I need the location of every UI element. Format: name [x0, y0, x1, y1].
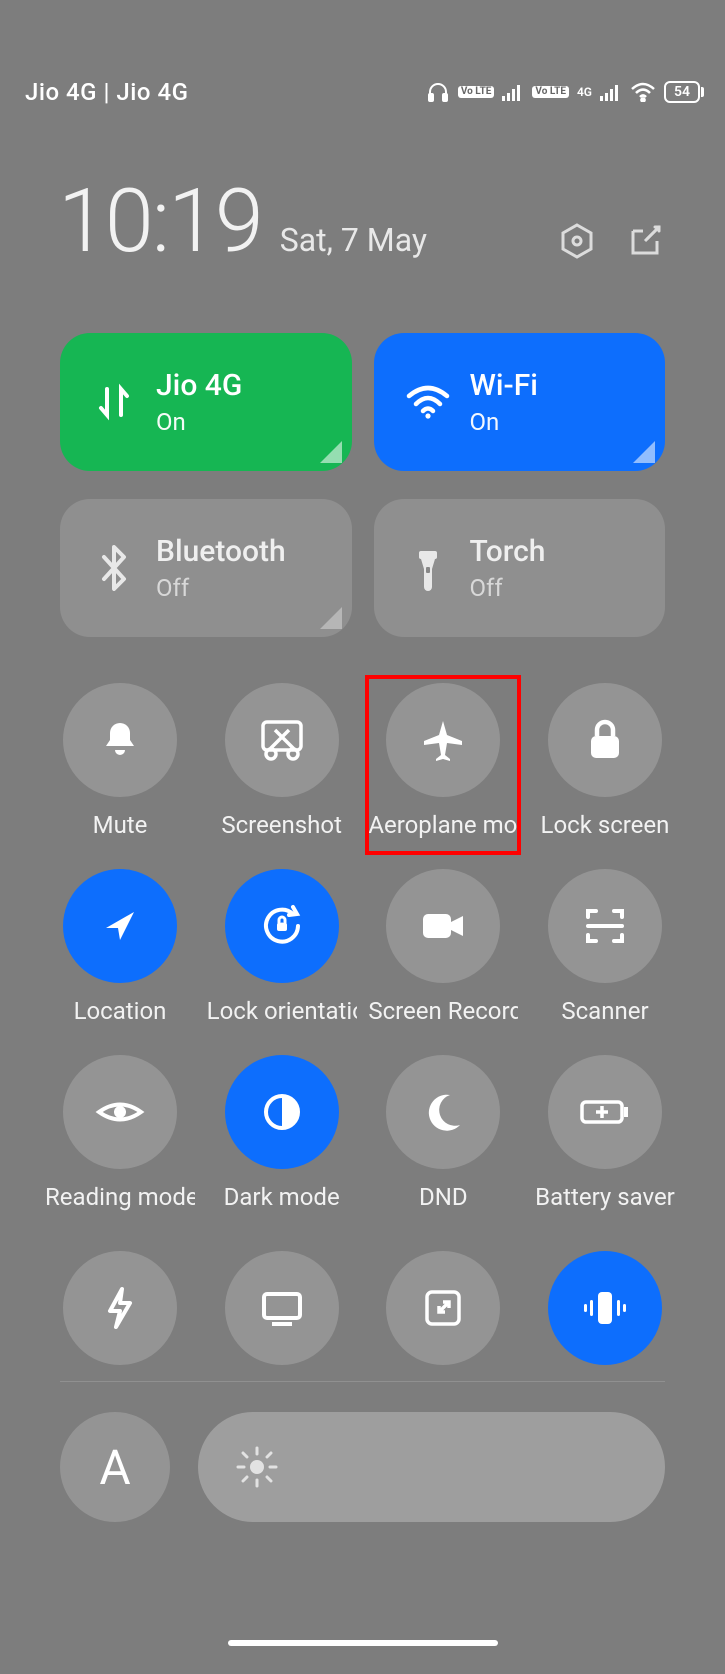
- wifi-state: On: [470, 408, 538, 436]
- scissors-icon: [257, 718, 307, 762]
- clock-time: 10:19: [58, 170, 262, 273]
- screenshot-toggle[interactable]: Screenshot: [204, 677, 360, 855]
- vibrate-icon: [578, 1288, 632, 1328]
- location-icon: [100, 906, 140, 946]
- dark-mode-toggle[interactable]: Dark mode: [204, 1049, 360, 1227]
- wifi-tile[interactable]: Wi-Fi On: [374, 333, 666, 471]
- video-icon: [419, 908, 467, 944]
- scanner-toggle[interactable]: Scanner: [527, 863, 683, 1041]
- mobile-data-label: Jio 4G: [156, 368, 242, 404]
- battery-saver-label: Battery saver: [535, 1183, 675, 1211]
- aeroplane-mode-toggle[interactable]: Aeroplane mode: [365, 677, 521, 855]
- battery-plus-icon: [578, 1096, 632, 1128]
- clock-date: Sat, 7 May: [280, 221, 427, 259]
- lock-icon: [585, 718, 625, 762]
- mobile-data-tile[interactable]: Jio 4G On: [60, 333, 352, 471]
- torch-state: Off: [470, 574, 546, 602]
- screen-recorder-toggle[interactable]: Screen Recorder: [365, 863, 521, 1041]
- cast-toggle[interactable]: [204, 1245, 360, 1381]
- lock-orientation-toggle[interactable]: Lock orientation: [204, 863, 360, 1041]
- lightning-icon: [102, 1285, 138, 1331]
- mute-toggle[interactable]: Mute: [42, 677, 198, 855]
- airplane-icon: [420, 717, 466, 763]
- headphones-icon: [426, 80, 450, 104]
- mobile-data-state: On: [156, 408, 242, 436]
- carrier-label: Jio 4G | Jio 4G: [25, 78, 188, 106]
- torch-label: Torch: [470, 534, 546, 570]
- torch-tile[interactable]: Torch Off: [374, 499, 666, 637]
- battery-indicator: 54: [664, 81, 700, 103]
- screenshot-label: Screenshot: [221, 811, 342, 839]
- scan-icon: [582, 903, 628, 949]
- reading-mode-label: Reading mode: [45, 1183, 195, 1211]
- scanner-label: Scanner: [561, 997, 648, 1025]
- edit-icon[interactable]: [625, 221, 665, 261]
- location-toggle[interactable]: Location: [42, 863, 198, 1041]
- lock-orientation-label: Lock orientation: [207, 997, 357, 1025]
- vibrate-toggle[interactable]: [527, 1245, 683, 1381]
- signal-icon: [600, 83, 622, 101]
- bell-icon: [97, 717, 143, 763]
- status-bar: Jio 4G | Jio 4G Vo LTE Vo LTE 4G 54: [0, 62, 725, 122]
- moon-icon: [422, 1091, 464, 1133]
- window-collapse-icon: [421, 1286, 465, 1330]
- rotation-lock-icon: [257, 901, 307, 951]
- screen-recorder-label: Screen Recorder: [368, 997, 518, 1025]
- home-indicator[interactable]: [228, 1640, 498, 1646]
- monitor-icon: [258, 1288, 306, 1328]
- lock-screen-toggle[interactable]: Lock screen: [527, 677, 683, 855]
- bluetooth-icon: [86, 545, 142, 591]
- mute-label: Mute: [93, 811, 148, 839]
- bluetooth-tile[interactable]: Bluetooth Off: [60, 499, 352, 637]
- mobile-data-icon: [86, 381, 142, 423]
- dnd-toggle[interactable]: DND: [365, 1049, 521, 1227]
- boost-toggle[interactable]: [42, 1245, 198, 1381]
- wifi-icon: [400, 384, 456, 420]
- torch-icon: [400, 545, 456, 591]
- battery-saver-toggle[interactable]: Battery saver: [527, 1049, 683, 1227]
- bluetooth-label: Bluetooth: [156, 534, 286, 570]
- brightness-slider[interactable]: [198, 1412, 665, 1522]
- volte-icon: Vo LTE: [532, 86, 569, 98]
- location-label: Location: [74, 997, 167, 1025]
- dark-mode-label: Dark mode: [224, 1183, 340, 1211]
- sun-icon: [234, 1444, 280, 1490]
- clock-row: 10:19 Sat, 7 May: [0, 170, 725, 273]
- status-icons: Vo LTE Vo LTE 4G 54: [426, 80, 700, 104]
- net-label: 4G: [577, 85, 592, 99]
- lock-screen-label: Lock screen: [541, 811, 670, 839]
- contrast-icon: [260, 1090, 304, 1134]
- volte-icon: Vo LTE: [458, 86, 495, 98]
- signal-icon: [502, 83, 524, 101]
- settings-icon[interactable]: [557, 221, 597, 261]
- reading-mode-toggle[interactable]: Reading mode: [42, 1049, 198, 1227]
- wifi-icon: [630, 82, 656, 102]
- floating-window-toggle[interactable]: [365, 1245, 521, 1381]
- font-size-button[interactable]: A: [60, 1412, 170, 1522]
- bluetooth-state: Off: [156, 574, 286, 602]
- aeroplane-label: Aeroplane mode: [368, 811, 518, 839]
- dnd-label: DND: [419, 1183, 468, 1211]
- eye-icon: [95, 1095, 145, 1129]
- wifi-label: Wi-Fi: [470, 368, 538, 404]
